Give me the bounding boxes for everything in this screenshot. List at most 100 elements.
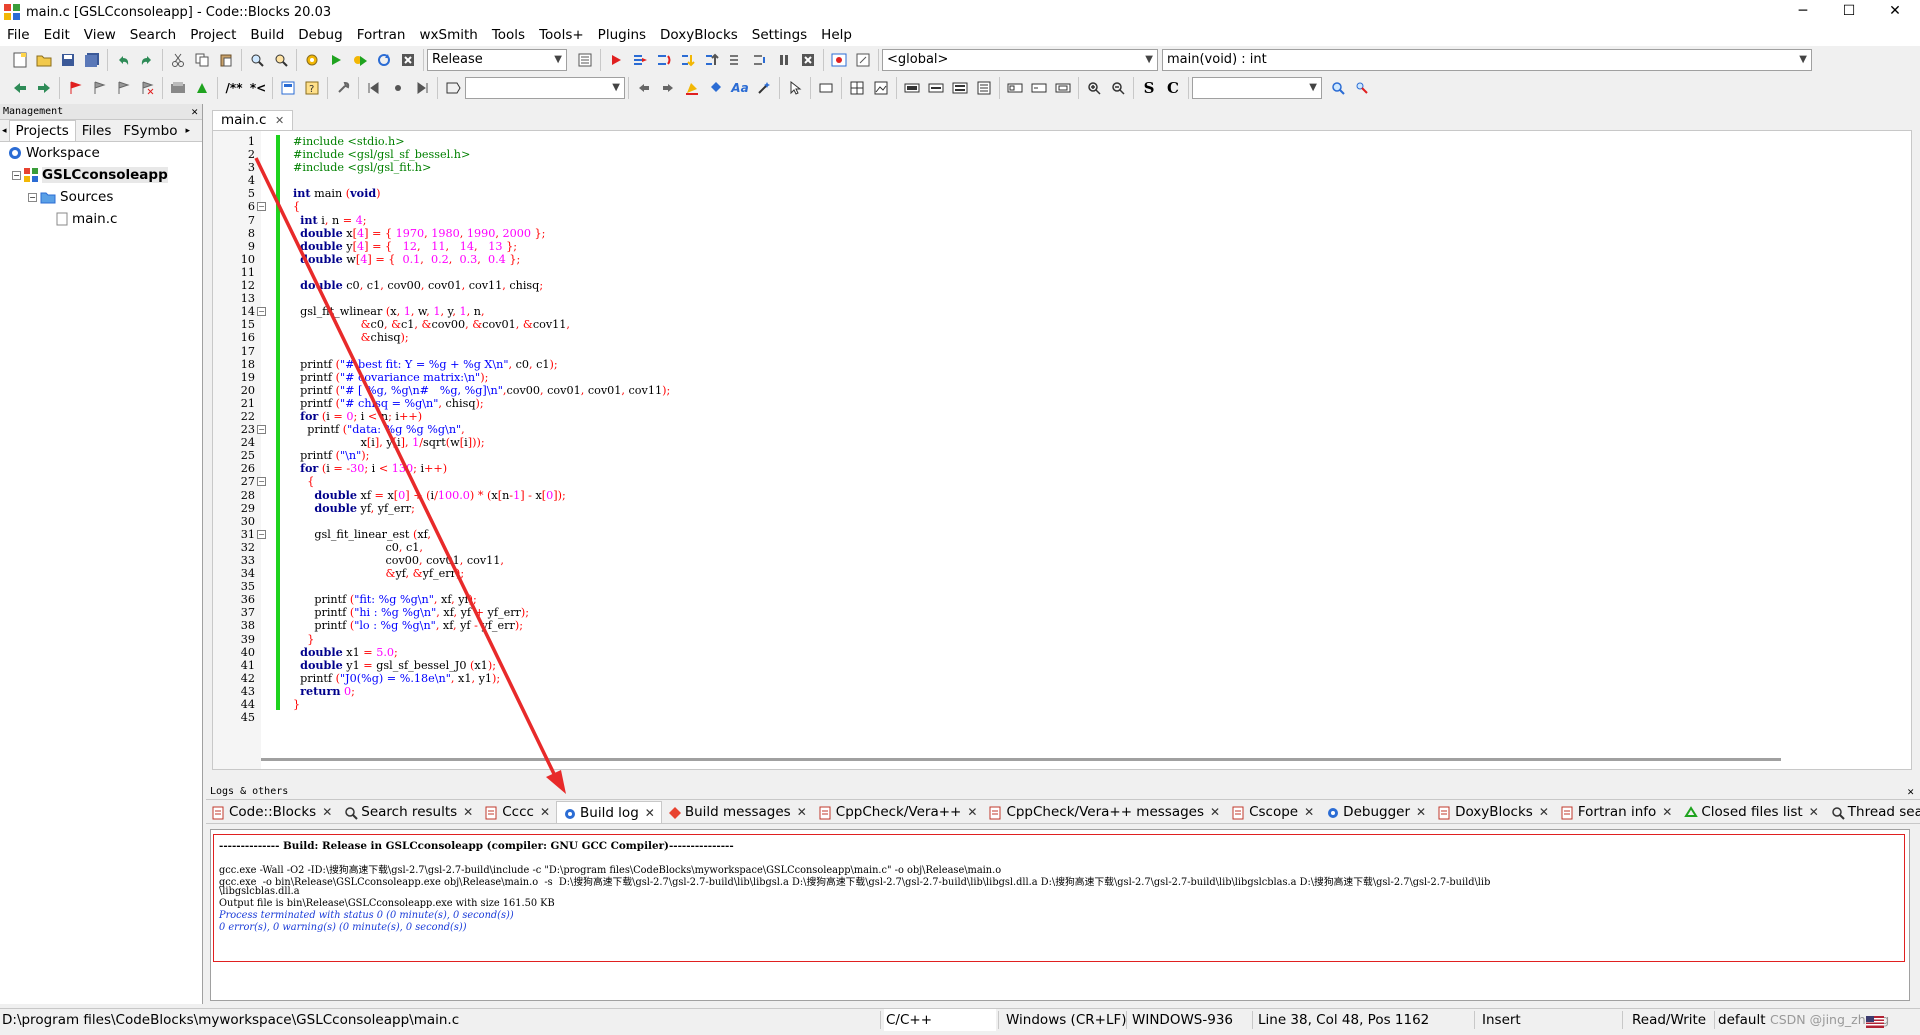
code-line[interactable]: 18 printf ("# best fit: Y = %g + %g X\n"… [241, 358, 1911, 371]
tab-main-c[interactable]: main.c ✕ [212, 110, 294, 130]
undo-icon[interactable] [112, 49, 134, 71]
menu-tools[interactable]: Tools [485, 24, 532, 46]
dialog-icon[interactable] [1028, 77, 1050, 99]
font-icon[interactable]: Aa [729, 77, 751, 99]
tab-scroll-left-icon[interactable]: ◂ [0, 126, 9, 136]
various-info-icon[interactable] [852, 49, 874, 71]
find-icon[interactable] [246, 49, 268, 71]
code-line[interactable]: 42 printf ("J0(%g) = %.18e\n", x1, y1); [241, 672, 1911, 685]
jump-back-icon[interactable] [9, 77, 31, 99]
close-icon[interactable]: ✕ [1662, 801, 1672, 823]
zoom-in-icon[interactable] [1083, 77, 1105, 99]
rebuild-icon[interactable] [373, 49, 395, 71]
new-file-icon[interactable] [9, 49, 31, 71]
close-icon[interactable]: ✕ [275, 114, 284, 127]
code-line[interactable]: 30 [241, 515, 1911, 528]
menu-doxyblocks[interactable]: DoxyBlocks [653, 24, 745, 46]
code-line[interactable]: 6− { [248, 200, 1911, 213]
menu-search[interactable]: Search [123, 24, 183, 46]
comment-line-icon[interactable]: *< [248, 77, 268, 99]
search-options-icon[interactable] [1351, 77, 1373, 99]
tree-item[interactable]: − Sources [0, 186, 202, 208]
log-tab-build-messages[interactable]: Build messages ✕ [662, 801, 813, 823]
close-icon[interactable]: ✕ [191, 104, 198, 120]
code-line[interactable]: 34 &yf, &yf_err); [241, 567, 1911, 580]
redo-icon[interactable] [136, 49, 158, 71]
menu-settings[interactable]: Settings [745, 24, 814, 46]
stop-debugger-icon[interactable] [797, 49, 819, 71]
code-line[interactable]: 39 } [241, 633, 1911, 646]
menu-plugins[interactable]: Plugins [591, 24, 653, 46]
cut-icon[interactable] [167, 49, 189, 71]
code-line[interactable]: 9 double y[4] = { 12, 11, 14, 13 }; [248, 239, 1911, 253]
tab-fsymbols[interactable]: FSymbo [117, 121, 183, 141]
close-icon[interactable]: ✕ [1416, 801, 1426, 823]
menu-project[interactable]: Project [183, 24, 243, 46]
code-line[interactable]: 14− gsl_fit_wlinear (x, 1, w, 1, y, 1, n… [241, 305, 1911, 318]
code-line[interactable]: 33 cov00, cov01, cov11, [241, 554, 1911, 567]
menu-view[interactable]: View [77, 24, 123, 46]
code-line[interactable]: 4 [248, 174, 1911, 187]
step-into-instruction-icon[interactable] [749, 49, 771, 71]
close-icon[interactable]: ✕ [645, 802, 655, 824]
code-function-select[interactable]: main(void) : int ▼ [1162, 49, 1812, 71]
build-and-run-icon[interactable] [349, 49, 371, 71]
nav-back-icon[interactable] [633, 77, 655, 99]
code-line[interactable]: 38 printf ("lo : %g %g\n", xf, yf - yf_e… [241, 619, 1911, 632]
code-line[interactable]: 37 printf ("hi : %g %g\n", xf, yf + yf_e… [241, 606, 1911, 619]
menu-fortran[interactable]: Fortran [350, 24, 413, 46]
code-line[interactable]: 10 double w[4] = { 0.1, 0.2, 0.3, 0.4 }; [241, 252, 1911, 266]
comment-block-icon[interactable]: /** [222, 77, 246, 99]
log-tab-doxyblocks[interactable]: DoxyBlocks ✕ [1432, 801, 1555, 823]
log-tab-closed-files-list[interactable]: Closed files list ✕ [1678, 801, 1824, 823]
prev-bookmark-icon[interactable] [88, 77, 110, 99]
run-to-cursor-icon[interactable] [629, 49, 651, 71]
code-line[interactable]: 35 [241, 580, 1911, 593]
save-icon[interactable] [57, 49, 79, 71]
code-line[interactable]: 19 printf ("# covariance matrix:\n"); [241, 371, 1911, 384]
menu-wxsmith[interactable]: wxSmith [412, 24, 484, 46]
tab-scroll-right-icon[interactable]: ▸ [183, 126, 192, 136]
first-icon[interactable] [363, 77, 385, 99]
step-out-icon[interactable] [701, 49, 723, 71]
box-sizer-icon[interactable] [901, 77, 923, 99]
close-icon[interactable]: ✕ [1539, 801, 1549, 823]
code-line[interactable]: 41 double y1 = gsl_sf_bessel_J0 (x1); [241, 658, 1911, 672]
cccc-icon[interactable]: C [1162, 77, 1184, 99]
log-tab-cppcheck-vera-messages[interactable]: CppCheck/Vera++ messages ✕ [983, 801, 1226, 823]
swap-header-source-icon[interactable]: S [1138, 77, 1160, 99]
code-line[interactable]: 8 double x[4] = { 1970, 1980, 1990, 2000… [248, 226, 1911, 240]
collapse-icon[interactable]: − [28, 192, 37, 202]
jump-forward-icon[interactable] [33, 77, 55, 99]
code-line[interactable]: 27− { [241, 475, 1911, 488]
flex-grid-sizer-icon[interactable] [949, 77, 971, 99]
tree-item[interactable]: Workspace [0, 142, 202, 164]
build-target-select[interactable]: Release ▼ [427, 49, 567, 71]
build-gear-icon[interactable] [301, 49, 323, 71]
compile-file-icon[interactable] [191, 77, 213, 99]
close-icon[interactable]: ✕ [463, 801, 473, 823]
code-line[interactable]: 5 int main (void) [248, 187, 1911, 201]
code-line[interactable]: 28 double xf = x[0] + (i/100.0) * (x[n-1… [241, 488, 1911, 502]
symbol-search-select[interactable]: ▼ [465, 77, 625, 99]
code-line[interactable]: 16 &chisq); [241, 331, 1911, 344]
tree-item[interactable]: main.c [0, 208, 202, 230]
frame-window-icon[interactable] [1052, 77, 1074, 99]
toggle-bookmark-icon[interactable] [64, 77, 86, 99]
log-tab-thread-search[interactable]: Thread search✕ [1825, 801, 1920, 823]
menu-help[interactable]: Help [814, 24, 859, 46]
tree-item[interactable]: − GSLCconsoleapp [0, 164, 202, 186]
code-line[interactable]: 23− printf ("data: %g %g %g\n", [241, 423, 1911, 436]
code-line[interactable]: 43 return 0; [241, 684, 1911, 698]
next-instruction-icon[interactable] [725, 49, 747, 71]
maximize-button[interactable]: ☐ [1826, 0, 1872, 24]
wrench-icon[interactable] [332, 77, 354, 99]
next-bookmark-icon[interactable] [112, 77, 134, 99]
close-icon[interactable]: ✕ [322, 801, 332, 823]
grid-icon[interactable] [846, 77, 868, 99]
panel-icon[interactable] [1004, 77, 1026, 99]
log-tab-debugger[interactable]: Debugger ✕ [1320, 801, 1432, 823]
fold-toggle-icon[interactable]: − [257, 425, 266, 435]
code-line[interactable]: 45 [241, 711, 1911, 724]
debug-run-icon[interactable] [605, 49, 627, 71]
